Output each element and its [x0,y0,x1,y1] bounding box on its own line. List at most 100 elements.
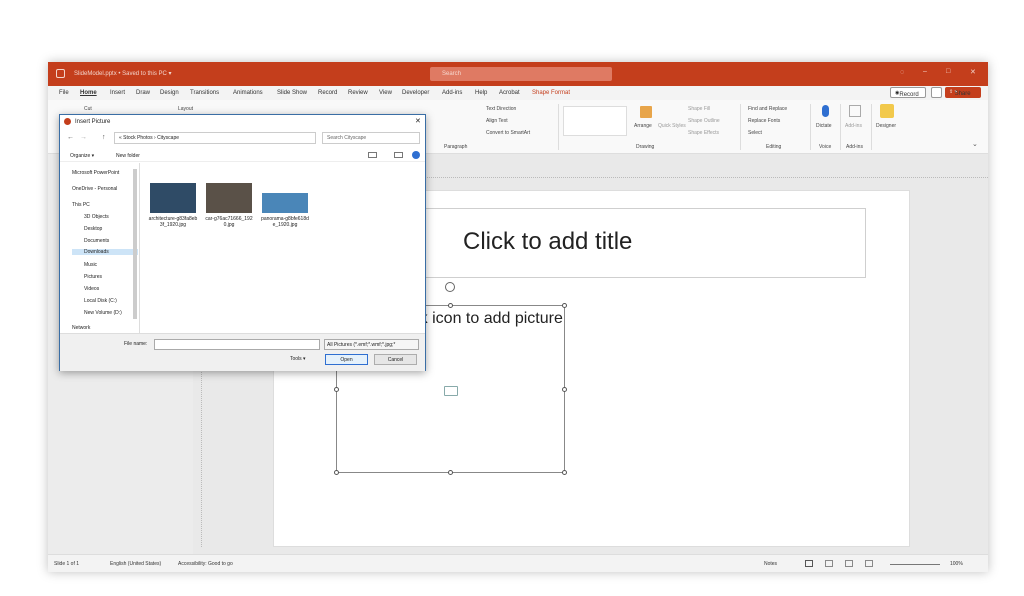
tab-developer[interactable]: Developer [402,90,429,96]
nav-item-desktop[interactable]: Desktop [84,226,102,232]
file-type-select[interactable]: All Pictures (*.emf;*.wmf;*.jpg;* [324,339,419,350]
tab-design[interactable]: Design [160,90,179,96]
file-item[interactable]: architecture-g83fa8eb3f_1920.jpg [148,183,198,228]
tab-add-ins[interactable]: Add-ins [442,90,462,96]
title-placeholder[interactable]: Click to add title [412,208,866,278]
slide-sorter-icon[interactable] [825,560,833,567]
rotate-handle-icon[interactable] [445,282,455,292]
nav-item-3d-objects[interactable]: 3D Objects [84,214,109,220]
quick-styles-button[interactable]: Quick Styles [658,123,686,129]
shape-outline-button[interactable]: Shape Outline [688,118,720,124]
tab-record[interactable]: Record [318,90,337,96]
preview-pane-icon[interactable] [394,152,403,158]
text-direction-button[interactable]: Text Direction [486,106,516,112]
resize-handle[interactable] [448,303,453,308]
tab-file[interactable]: File [59,90,69,96]
back-arrow-icon[interactable]: ← [67,134,74,141]
dialog-close-icon[interactable]: ✕ [415,117,421,125]
language[interactable]: English (United States) [110,561,161,567]
nav-item-powerpoint[interactable]: Microsoft PowerPoint [72,170,119,176]
file-name[interactable]: SlideModel.pptx • Saved to this PC ▾ [74,70,172,77]
tab-view[interactable]: View [379,90,392,96]
tools-button[interactable]: Tools ▾ [290,356,306,362]
close-icon[interactable]: ✕ [970,68,976,76]
address-bar[interactable]: « Stock Photos › Cityscape [114,132,316,144]
nav-scrollbar[interactable] [133,169,137,319]
nav-item-this-pc[interactable]: This PC [72,202,90,208]
file-item[interactable]: panorama-g8bfe618de_1920.jpg [260,183,310,228]
tab-transitions[interactable]: Transitions [190,90,219,96]
select-button[interactable]: Select [748,130,762,136]
up-arrow-icon[interactable]: ↑ [102,134,106,141]
layout-button[interactable]: Layout [178,106,193,112]
tab-draw[interactable]: Draw [136,90,150,96]
reading-view-icon[interactable] [845,560,853,567]
forward-arrow-icon[interactable]: → [80,134,87,141]
open-button[interactable]: Open [325,354,368,365]
comments-icon[interactable] [931,87,942,98]
lightbulb-icon[interactable]: ◌ [900,69,904,76]
tab-shape-format[interactable]: Shape Format [532,90,570,96]
nav-item-local-disk[interactable]: Local Disk (C:) [84,298,117,304]
file-type-value: All Pictures (*.emf;*.wmf;*.jpg;* [327,342,396,348]
organize-button[interactable]: Organize ▾ [70,153,94,159]
resize-handle[interactable] [562,303,567,308]
help-icon[interactable] [412,151,420,159]
resize-handle[interactable] [334,387,339,392]
nav-item-network[interactable]: Network [72,325,90,331]
record-button[interactable]: ◉ Record [890,87,926,98]
resize-handle[interactable] [448,470,453,475]
new-folder-button[interactable]: New folder [116,153,140,159]
cut-button[interactable]: Cut [84,106,92,112]
designer-button[interactable]: Designer [876,123,896,129]
collapse-ribbon-icon[interactable]: ⌄ [972,140,978,148]
dialog-search-input[interactable]: Search Cityscape [322,132,420,144]
slideshow-icon[interactable] [865,560,873,567]
record-label: Record [899,92,919,98]
accessibility-status[interactable]: Accessibility: Good to go [178,561,233,567]
file-item[interactable]: car-g76ac71666_1920.jpg [204,183,254,228]
dictate-button[interactable]: Dictate [816,123,832,129]
shapes-gallery[interactable] [563,106,627,136]
shape-effects-button[interactable]: Shape Effects [688,130,719,136]
file-name-input[interactable] [154,339,320,350]
resize-handle[interactable] [334,470,339,475]
tab-help[interactable]: Help [475,90,487,96]
add-ins-icon [849,105,861,117]
nav-item-music[interactable]: Music [84,262,97,268]
tab-review[interactable]: Review [348,90,368,96]
nav-item-onedrive[interactable]: OneDrive - Personal [72,186,117,192]
resize-handle[interactable] [562,470,567,475]
align-text-button[interactable]: Align Text [486,118,508,124]
zoom-slider[interactable] [890,564,940,565]
tab-insert[interactable]: Insert [110,90,125,96]
zoom-level[interactable]: 100% [950,561,963,567]
notes-button[interactable]: Notes [764,561,777,567]
shape-fill-button[interactable]: Shape Fill [688,106,710,112]
normal-view-icon[interactable] [805,560,813,567]
nav-item-pictures[interactable]: Pictures [84,274,102,280]
convert-smartart-button[interactable]: Convert to SmartArt [486,130,530,136]
cancel-button[interactable]: Cancel [374,354,417,365]
nav-item-new-volume[interactable]: New Volume (D:) [84,310,122,316]
arrange-button[interactable]: Arrange [634,123,652,129]
tab-home[interactable]: Home [80,90,97,96]
nav-item-downloads[interactable]: Downloads [72,249,138,255]
nav-item-videos[interactable]: Videos [84,286,99,292]
search-box[interactable]: Search [430,67,612,81]
breadcrumb[interactable]: « Stock Photos › Cityscape [119,135,179,141]
share-button[interactable]: ⇪ Share ▾ [945,87,981,98]
tab-acrobat[interactable]: Acrobat [499,90,520,96]
tab-animations[interactable]: Animations [233,90,263,96]
find-replace-button[interactable]: Find and Replace [748,106,787,112]
minimize-icon[interactable]: – [923,68,927,75]
maximize-icon[interactable]: □ [946,68,950,75]
view-options-icon[interactable] [368,152,377,158]
replace-fonts-button[interactable]: Replace Fonts [748,118,780,124]
add-ins-button[interactable]: Add-ins [845,123,862,129]
insert-picture-icon[interactable] [444,386,458,396]
tab-slide-show[interactable]: Slide Show [277,90,307,96]
open-label: Open [340,357,353,363]
nav-item-documents[interactable]: Documents [84,238,109,244]
resize-handle[interactable] [562,387,567,392]
